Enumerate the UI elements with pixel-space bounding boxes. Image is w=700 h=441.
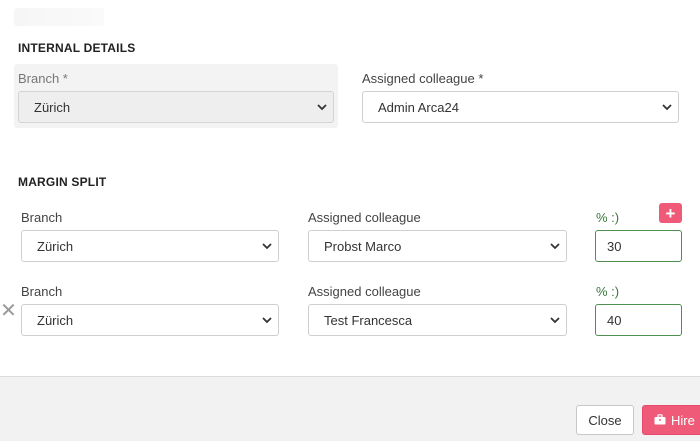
remove-split-button[interactable]: ✕ [0, 300, 17, 322]
assigned-colleague-label: Assigned colleague * [362, 71, 484, 86]
chevron-down-icon [256, 305, 278, 335]
briefcase-icon [654, 413, 666, 428]
split-branch-select-value: Zürich [37, 238, 74, 254]
chevron-down-icon [656, 92, 678, 122]
hire-button-label: Hire [671, 412, 695, 428]
plus-icon: + [665, 203, 676, 223]
branch-select[interactable]: Zürich [18, 91, 334, 123]
split-percent-input[interactable]: 40 [595, 304, 682, 336]
split-branch-select[interactable]: Zürich [21, 230, 279, 262]
close-icon: ✕ [0, 300, 17, 322]
chevron-down-icon [544, 231, 566, 261]
split-colleague-select-value: Probst Marco [324, 238, 402, 254]
split-percent-label: % :) [596, 284, 620, 299]
assigned-colleague-select[interactable]: Admin Arca24 [362, 91, 679, 123]
hire-button[interactable]: Hire [642, 405, 700, 435]
chevron-down-icon [256, 231, 278, 261]
split-branch-label: Branch [21, 284, 63, 299]
assigned-colleague-select-value: Admin Arca24 [378, 99, 459, 115]
split-percent-label: % :) [596, 210, 620, 225]
split-branch-label: Branch [21, 210, 63, 225]
close-button[interactable]: Close [576, 405, 634, 435]
split-colleague-select[interactable]: Probst Marco [308, 230, 567, 262]
branch-label: Branch * [18, 71, 68, 86]
split-percent-input[interactable]: 30 [595, 230, 682, 262]
chevron-down-icon [544, 305, 566, 335]
split-colleague-select[interactable]: Test Francesca [308, 304, 567, 336]
branch-select-value: Zürich [34, 99, 71, 115]
add-split-button[interactable]: + [659, 203, 682, 223]
split-colleague-select-value: Test Francesca [324, 312, 413, 328]
modal-header-faint [14, 8, 104, 26]
section-title-internal-details: INTERNAL DETAILS [18, 41, 136, 55]
split-branch-select-value: Zürich [37, 312, 74, 328]
split-colleague-label: Assigned colleague [308, 284, 421, 299]
section-title-margin-split: MARGIN SPLIT [18, 175, 107, 189]
split-branch-select[interactable]: Zürich [21, 304, 279, 336]
split-colleague-label: Assigned colleague [308, 210, 421, 225]
chevron-down-icon [311, 92, 333, 122]
